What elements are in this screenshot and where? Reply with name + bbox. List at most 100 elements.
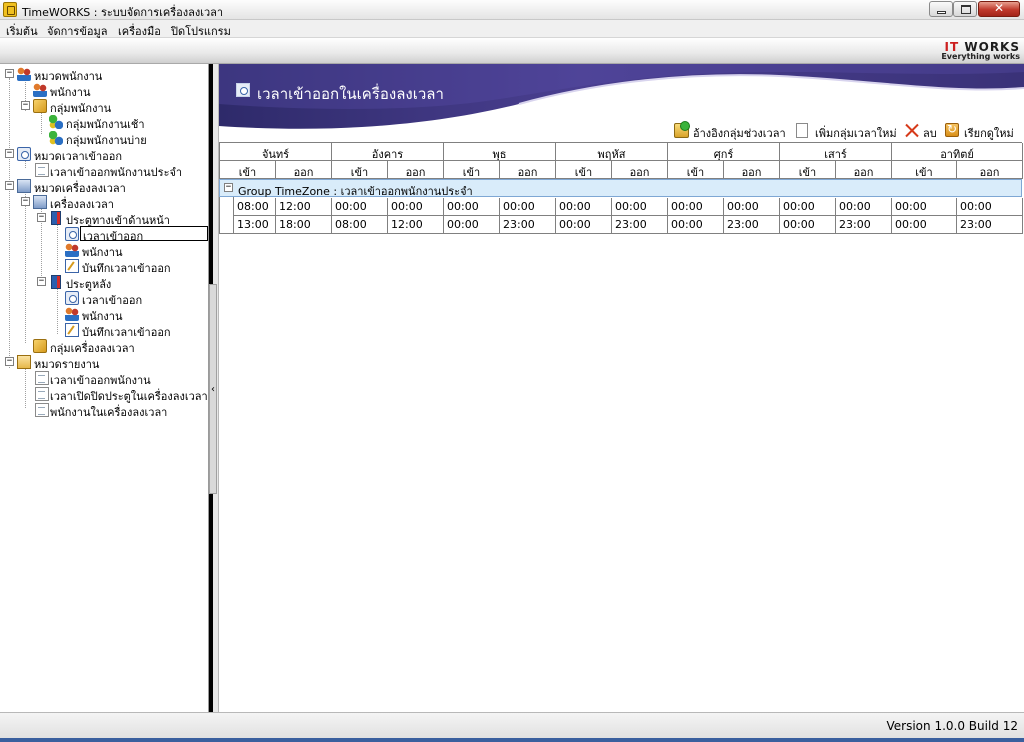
day-header[interactable]: อาทิตย์ [892, 143, 1023, 161]
add-time-group-button[interactable]: เพิ่มกลุ่มเวลาใหม่ [796, 122, 900, 140]
tree-node-front-door-time[interactable]: เวลาเข้าออก [0, 226, 208, 243]
time-cell[interactable]: 00:00 [612, 198, 668, 216]
tree-node-machine-groups[interactable]: กลุ่มเครื่องลงเวลา [0, 338, 208, 355]
time-cell[interactable]: 00:00 [556, 198, 612, 216]
time-cell[interactable]: 23:00 [724, 216, 780, 234]
reference-time-group-button[interactable]: อ้างอิงกลุ่มช่วงเวลา [674, 121, 794, 140]
time-cell[interactable]: 00:00 [724, 198, 780, 216]
tree-node-back-door[interactable]: − ประตูหลัง [0, 274, 208, 291]
tree-node-report-machine-employees[interactable]: พนักงานในเครื่องลงเวลา [0, 402, 208, 419]
time-cell[interactable]: 00:00 [892, 216, 957, 234]
time-cell[interactable]: 00:00 [388, 198, 444, 216]
in-header[interactable]: เข้า [444, 161, 500, 179]
in-header[interactable]: เข้า [556, 161, 612, 179]
tree-node-front-door-log[interactable]: บันทึกเวลาเข้าออก [0, 258, 208, 275]
out-header[interactable]: ออก [957, 161, 1023, 179]
time-cell[interactable]: 00:00 [780, 216, 836, 234]
day-header[interactable]: พุธ [444, 143, 556, 161]
time-cell[interactable]: 00:00 [957, 198, 1023, 216]
tree-node-machines[interactable]: − เครื่องลงเวลา [0, 194, 208, 211]
document-icon [35, 163, 49, 177]
tree-node-back-door-log[interactable]: บันทึกเวลาเข้าออก [0, 322, 208, 339]
time-cell[interactable]: 12:00 [388, 216, 444, 234]
tree-node-time-category[interactable]: − หมวดเวลาเข้าออก [0, 146, 208, 163]
time-cell[interactable]: 12:00 [276, 198, 332, 216]
in-header[interactable]: เข้า [780, 161, 836, 179]
users-icon [65, 243, 79, 257]
main-content: เวลาเข้าออกในเครื่องลงเวลา อ้างอิงกลุ่มช… [219, 64, 1024, 712]
out-header[interactable]: ออก [612, 161, 668, 179]
tree-node-report-door-time[interactable]: เวลาเปิดปิดประตูในเครื่องลงเวลา [0, 386, 208, 403]
time-cell[interactable]: 00:00 [668, 216, 724, 234]
brand-bar: IT WORKS Everything works [0, 38, 1024, 64]
time-cell[interactable]: 00:00 [668, 198, 724, 216]
out-header[interactable]: ออก [836, 161, 892, 179]
time-cell[interactable]: 00:00 [332, 198, 388, 216]
tree-node-report-category[interactable]: − หมวดรายงาน [0, 354, 208, 371]
tree-node-morning-group[interactable]: กลุ่มพนักงานเช้า [0, 114, 208, 131]
time-cell[interactable]: 08:00 [332, 216, 388, 234]
time-cell[interactable]: 18:00 [276, 216, 332, 234]
day-header[interactable]: ศุกร์ [668, 143, 780, 161]
maximize-button[interactable] [953, 1, 977, 17]
tree-node-employees[interactable]: พนักงาน [0, 82, 208, 99]
in-header[interactable]: เข้า [332, 161, 388, 179]
time-cell[interactable]: 00:00 [556, 216, 612, 234]
tree-node-machine-category[interactable]: − หมวดเครื่องลงเวลา [0, 178, 208, 195]
menu-bar: เริ่มต้น จัดการข้อมูล เครื่องมือ ปิดโปรแ… [0, 20, 1024, 38]
cubes-icon [49, 115, 63, 129]
collapse-icon[interactable]: − [5, 181, 14, 190]
collapse-arrow-icon[interactable]: ‹ [211, 384, 215, 395]
group-row[interactable]: − Group TimeZone : เวลาเข้าออกพนักงานประจ… [219, 179, 1022, 198]
collapse-icon[interactable]: − [21, 197, 30, 206]
tree-node-back-door-employees[interactable]: พนักงาน [0, 306, 208, 323]
in-header[interactable]: เข้า [220, 161, 276, 179]
collapse-icon[interactable]: − [224, 183, 233, 192]
refresh-button[interactable]: เรียกดูใหม่ [945, 122, 1021, 140]
collapse-icon[interactable]: − [5, 149, 14, 158]
users-icon [65, 307, 79, 321]
collapse-icon[interactable]: − [5, 357, 14, 366]
tree-node-report-employee-time[interactable]: เวลาเข้าออกพนักงาน [0, 370, 208, 387]
day-header[interactable]: อังคาร [332, 143, 444, 161]
out-header[interactable]: ออก [276, 161, 332, 179]
time-cell[interactable]: 00:00 [836, 198, 892, 216]
day-header[interactable]: เสาร์ [780, 143, 892, 161]
tree-node-employee-category[interactable]: − หมวดพนักงาน [0, 66, 208, 83]
tree-node-employee-groups[interactable]: − กลุ่มพนักงาน [0, 98, 208, 115]
time-cell[interactable]: 00:00 [892, 198, 957, 216]
collapse-icon[interactable]: − [5, 69, 14, 78]
in-header[interactable]: เข้า [668, 161, 724, 179]
collapse-icon[interactable]: − [21, 101, 30, 110]
out-header[interactable]: ออก [500, 161, 556, 179]
tree-node-back-door-time[interactable]: เวลาเข้าออก [0, 290, 208, 307]
minimize-icon [937, 11, 946, 14]
tree-node-front-door[interactable]: − ประตูทางเข้าด้านหน้า [0, 210, 208, 227]
close-button[interactable]: ✕ [978, 1, 1020, 17]
out-header[interactable]: ออก [388, 161, 444, 179]
title-bar: TimeWORKS : ระบบจัดการเครื่องลงเวลา ✕ [0, 0, 1024, 20]
document-icon [35, 371, 49, 385]
in-header[interactable]: เข้า [892, 161, 957, 179]
tree-node-regular-time[interactable]: เวลาเข้าออกพนักงานประจำ [0, 162, 208, 179]
time-cell[interactable]: 00:00 [444, 216, 500, 234]
out-header[interactable]: ออก [724, 161, 780, 179]
time-cell[interactable]: 00:00 [444, 198, 500, 216]
day-header[interactable]: จันทร์ [220, 143, 332, 161]
tree-node-front-door-employees[interactable]: พนักงาน [0, 242, 208, 259]
time-cell[interactable]: 00:00 [500, 198, 556, 216]
time-cell[interactable]: 00:00 [780, 198, 836, 216]
tree-node-afternoon-group[interactable]: กลุ่มพนักงานบ่าย [0, 130, 208, 147]
time-cell[interactable]: 23:00 [500, 216, 556, 234]
tool-label: ลบ [923, 127, 937, 140]
time-cell[interactable]: 23:00 [957, 216, 1023, 234]
collapse-icon[interactable]: − [37, 277, 46, 286]
time-cell[interactable]: 23:00 [836, 216, 892, 234]
time-cell[interactable]: 23:00 [612, 216, 668, 234]
time-cell[interactable]: 08:00 [234, 198, 276, 216]
delete-button[interactable]: ลบ [904, 122, 940, 140]
day-header[interactable]: พฤหัส [556, 143, 668, 161]
time-cell[interactable]: 13:00 [234, 216, 276, 234]
collapse-icon[interactable]: − [37, 213, 46, 222]
minimize-button[interactable] [929, 1, 953, 17]
